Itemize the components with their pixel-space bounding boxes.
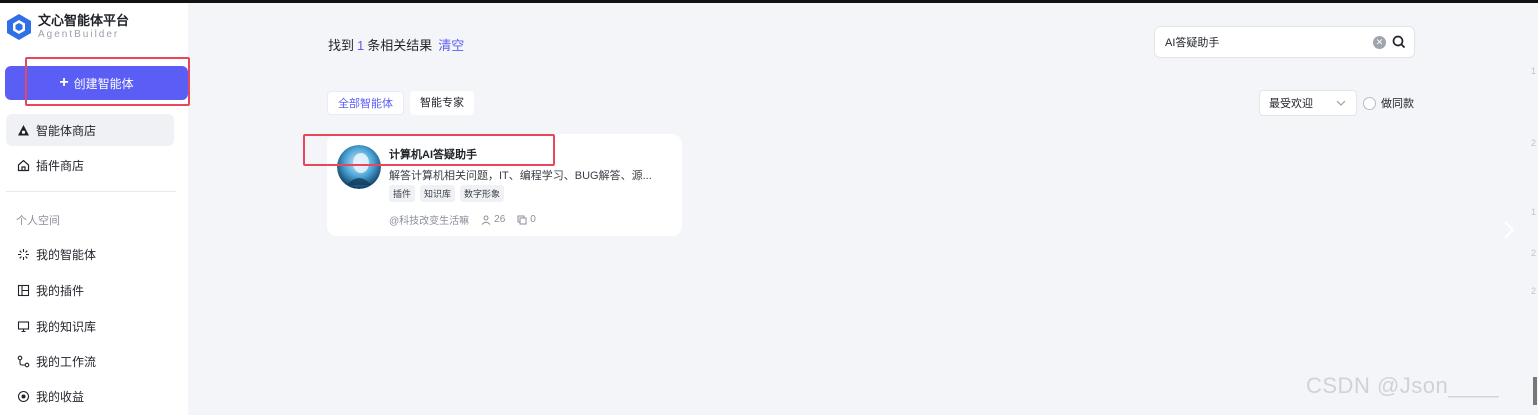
sidebar-item-label: 我的插件 [36,283,85,298]
store-icon [16,123,30,137]
sidebar-item-agent-store[interactable]: 智能体商店 [6,114,174,146]
sidebar-item-label: 我的知识库 [36,319,97,334]
tag-digital-avatar: 数字形象 [460,185,505,202]
result-prefix: 找到 [328,38,355,53]
search-bar: ✕ [1154,26,1415,58]
search-input[interactable] [1165,36,1365,48]
sparkle-icon [16,247,30,261]
coin-icon [16,389,30,403]
agent-tags: 插件 知识库 数字形象 [389,185,509,202]
sidebar-item-my-workflows[interactable]: 我的工作流 [6,345,174,377]
agent-copies-count: 0 [530,214,536,225]
agent-author: @科技改变生活嘛 [389,216,470,227]
agent-users-count: 26 [494,214,506,225]
sort-dropdown[interactable]: 最受欢迎 [1259,90,1357,116]
copy-icon [517,215,527,224]
result-suffix: 条相关结果 [367,38,433,53]
clear-search-icon[interactable]: ✕ [1373,36,1386,49]
sidebar-item-label: 我的工作流 [36,354,97,369]
personal-space-heading: 个人空间 [16,215,60,227]
workflow-icon [16,354,30,368]
sidebar-item-my-agents[interactable]: 我的智能体 [6,238,174,270]
edge-number: 2 [1531,286,1537,296]
tag-knowledge: 知识库 [420,185,456,202]
app-logo[interactable]: 文心智能体平台 AgentBuilder [6,13,129,41]
user-icon [481,215,491,225]
agent-users: 26 [481,214,505,225]
tab-all-agents[interactable]: 全部智能体 [327,91,404,115]
agent-card[interactable]: 计算机AI答疑助手 解答计算机相关问题，IT、编程学习、BUG解答、源... 插… [327,134,682,236]
app-subtitle: AgentBuilder [38,29,120,40]
sidebar-item-label: 智能体商店 [36,123,97,138]
sidebar-item-plugin-store[interactable]: 插件商店 [6,149,174,181]
sidebar-divider [6,191,176,192]
same-style-radio[interactable] [1363,96,1376,110]
agent-avatar [337,145,381,189]
chevron-down-icon [1336,100,1346,106]
agent-copies: 0 [517,214,536,225]
sidebar-item-my-knowledge[interactable]: 我的知识库 [6,310,174,342]
plus-icon: + [59,74,69,91]
agent-title: 计算机AI答疑助手 [389,149,477,161]
layout-icon [16,283,30,297]
logo-icon [7,14,31,40]
home-icon [16,158,30,172]
create-agent-label: 创建智能体 [73,76,134,91]
edge-number: 1 [1531,66,1537,76]
same-style-label: 做同款 [1381,98,1414,110]
edge-number: 1 [1531,207,1537,217]
search-icon[interactable] [1392,35,1406,49]
sort-selected-value: 最受欢迎 [1269,98,1313,110]
scrollbar-thumb[interactable] [1533,377,1537,405]
agent-meta: @科技改变生活嘛 26 0 [389,212,548,227]
top-border [0,0,1538,3]
edge-number: 2 [1531,138,1537,148]
sidebar-item-my-earnings[interactable]: 我的收益 [6,380,174,412]
edge-number: 2 [1531,248,1537,258]
result-summary: 找到 1 条相关结果 清空 [328,35,464,54]
tag-plugin: 插件 [389,185,416,202]
result-count: 1 [357,38,365,53]
app-title: 文心智能体平台 [38,13,130,28]
watermark: CSDN @Json____ [1306,373,1500,398]
sidebar-item-label: 我的智能体 [36,247,97,262]
chevron-right-icon[interactable] [1500,218,1518,242]
same-style-filter[interactable]: 做同款 [1363,95,1414,111]
sidebar-item-label: 插件商店 [36,158,85,173]
agent-description: 解答计算机相关问题，IT、编程学习、BUG解答、源... [389,170,652,182]
tab-expert-agents[interactable]: 智能专家 [410,91,474,115]
clear-results-link[interactable]: 清空 [438,38,464,53]
sidebar-item-my-plugins[interactable]: 我的插件 [6,274,174,306]
monitor-icon [16,319,30,333]
create-agent-button[interactable]: + 创建智能体 [5,66,188,100]
sidebar-item-label: 我的收益 [36,389,85,404]
